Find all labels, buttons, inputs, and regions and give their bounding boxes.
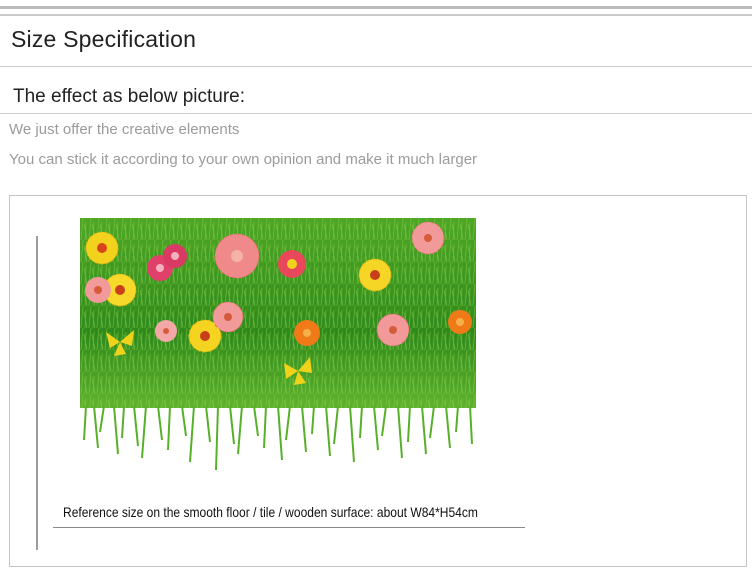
top-divider-secondary	[0, 14, 752, 16]
note-creative-elements: We just offer the creative elements	[9, 121, 240, 138]
grass-flowers-illustration	[80, 218, 476, 471]
product-image	[80, 218, 476, 478]
yellow-flower	[358, 258, 392, 292]
top-divider	[0, 6, 752, 9]
frame-accent-line	[36, 236, 38, 550]
size-caption: Reference size on the smooth floor / til…	[63, 504, 478, 520]
grass-fringe	[83, 405, 473, 471]
title-divider	[0, 66, 752, 67]
caption-underline	[53, 527, 525, 528]
yellow-flower	[85, 231, 119, 265]
pink-flower	[85, 277, 111, 303]
section-title: Size Specification	[11, 26, 197, 52]
pink-flower	[214, 233, 260, 279]
magenta-flower	[278, 250, 306, 278]
orange-flower	[448, 310, 472, 334]
note-stick-larger: You can stick it according to your own o…	[9, 151, 478, 168]
pink-flower	[376, 313, 410, 347]
effect-heading: The effect as below picture:	[13, 86, 245, 107]
magenta-flower	[163, 244, 187, 268]
pink-flower	[212, 301, 244, 333]
orange-flower	[294, 320, 320, 346]
effect-divider	[0, 113, 752, 114]
pink-flower	[155, 320, 177, 342]
pink-flower	[411, 221, 445, 255]
